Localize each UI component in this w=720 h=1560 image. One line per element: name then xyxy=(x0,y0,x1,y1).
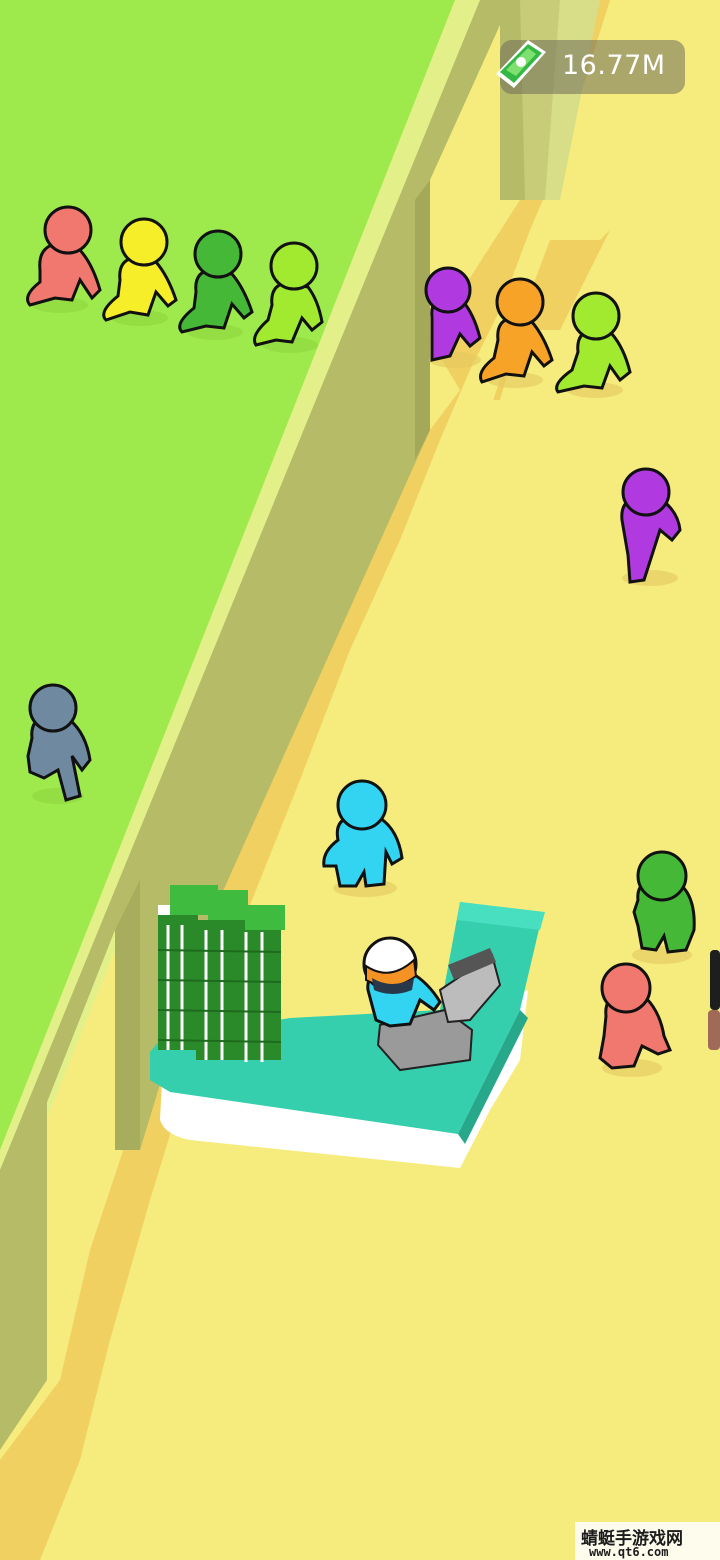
watermark-url: www.qt6.com xyxy=(589,1545,669,1559)
watermark: 蜻蜓手游戏网 www.qt6.com xyxy=(575,1522,720,1560)
money-value: 16.77M xyxy=(562,50,666,81)
game-scene xyxy=(0,0,720,1560)
wall-shadow xyxy=(415,180,430,460)
offscreen-character-edge xyxy=(710,950,720,1010)
customer-green-right xyxy=(632,850,696,964)
cash-stack-icon xyxy=(496,40,546,88)
money-stacks[interactable] xyxy=(157,885,285,1062)
offscreen-object xyxy=(708,1010,720,1050)
money-counter: 16.77M xyxy=(496,40,685,94)
